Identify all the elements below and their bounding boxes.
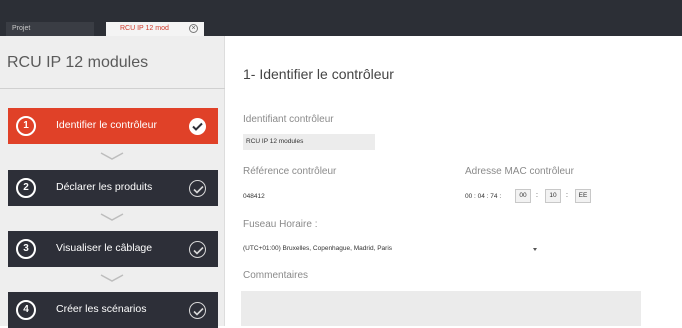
page-title: 1- Identifier le contrôleur (243, 66, 394, 82)
controller-id-input[interactable]: RCU IP 12 modules (243, 134, 375, 150)
step-creer-scenarios[interactable]: 4 Créer les scénarios (8, 292, 218, 328)
chevron-down-icon (100, 213, 124, 221)
top-bar: Projet RCU IP 12 mod × (0, 0, 682, 36)
dropdown-arrow-icon[interactable] (533, 248, 537, 251)
check-icon (189, 241, 206, 258)
main-panel: 1- Identifier le contrôleur Identifiant … (226, 36, 682, 326)
sidebar: RCU IP 12 modules 1 Identifier le contrô… (0, 36, 225, 328)
mac-part-input[interactable]: 10 (545, 189, 561, 203)
step-declarer-produits[interactable]: 2 Déclarer les produits (8, 170, 218, 206)
step-identifier-controleur[interactable]: 1 Identifier le contrôleur (8, 108, 218, 144)
controller-ref-label: Référence contrôleur (243, 166, 337, 177)
mac-separator: : (566, 192, 568, 199)
step-label: Déclarer les produits (56, 181, 153, 193)
check-icon (189, 302, 206, 319)
mac-address-label: Adresse MAC contrôleur (465, 166, 574, 177)
comments-textarea[interactable] (241, 291, 641, 326)
step-number: 3 (16, 239, 36, 259)
tab-label: RCU IP 12 mod (120, 25, 169, 32)
step-label: Créer les scénarios (56, 303, 147, 315)
project-title: RCU IP 12 modules (7, 54, 149, 71)
step-label: Identifier le contrôleur (56, 119, 157, 131)
check-icon (189, 118, 206, 135)
controller-ref-value: 048412 (243, 193, 265, 200)
chevron-down-icon (100, 274, 124, 282)
tab-projet[interactable]: Projet (6, 22, 94, 36)
tab-rcu-ip-12[interactable]: RCU IP 12 mod × (106, 22, 204, 36)
tab-label: Projet (12, 25, 31, 32)
step-label: Visualiser le câblage (56, 242, 153, 254)
chevron-down-icon (100, 152, 124, 160)
close-icon[interactable]: × (189, 24, 198, 33)
mac-part-input[interactable]: EE (575, 189, 591, 203)
check-icon (189, 180, 206, 197)
mac-separator: : (536, 192, 538, 199)
mac-fixed-prefix: 00 : 04 : 74 : (465, 193, 502, 200)
step-visualiser-cablage[interactable]: 3 Visualiser le câblage (8, 231, 218, 267)
comments-label: Commentaires (243, 270, 309, 281)
step-number: 4 (16, 300, 36, 320)
mac-part-input[interactable]: 00 (515, 189, 531, 203)
step-number: 1 (16, 116, 36, 136)
divider (0, 88, 225, 89)
timezone-select[interactable]: (UTC+01:00) Bruxelles, Copenhague, Madri… (243, 241, 543, 257)
step-number: 2 (16, 178, 36, 198)
timezone-label: Fuseau Horaire : (243, 219, 318, 230)
controller-id-label: Identifiant contrôleur (243, 114, 334, 125)
